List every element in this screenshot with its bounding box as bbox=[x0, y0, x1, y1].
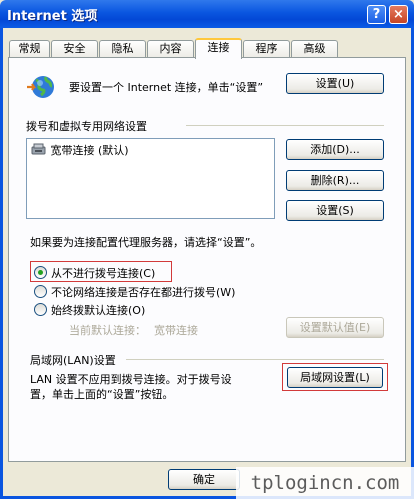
tab-privacy[interactable]: 隐私 bbox=[99, 40, 146, 58]
radio-dial-whenever[interactable] bbox=[34, 285, 47, 298]
radio-always-dial-label[interactable]: 始终拨默认连接(O) bbox=[51, 302, 145, 318]
help-button[interactable]: ? bbox=[367, 5, 386, 24]
title-bar: Internet 选项 ? × bbox=[0, 0, 414, 28]
setup-button[interactable]: 设置(U) bbox=[286, 73, 384, 94]
close-icon: × bbox=[393, 7, 404, 22]
help-icon: ? bbox=[372, 7, 381, 22]
lan-text-line1: LAN 设置不应用到拨号连接。对于拨号设 bbox=[30, 373, 232, 386]
watermark: tplogincn.com bbox=[236, 467, 414, 499]
delete-button[interactable]: 删除(R)... bbox=[286, 170, 384, 191]
broadband-connection-icon bbox=[31, 143, 46, 155]
radio-dial-whenever-label[interactable]: 不论网络连接是否存在都进行拨号(W) bbox=[51, 284, 235, 300]
tab-general[interactable]: 常规 bbox=[9, 40, 50, 58]
radio-never-dial[interactable] bbox=[34, 266, 47, 279]
connection-list[interactable]: 宽带连接 (默认) bbox=[26, 138, 275, 219]
lan-heading: 局域网(LAN)设置 bbox=[30, 354, 116, 367]
dialup-settings-button[interactable]: 设置(S) bbox=[286, 200, 384, 221]
lan-text-line2: 置，单击上面的“设置”按钮。 bbox=[30, 388, 174, 401]
default-connection-value: 宽带连接 bbox=[154, 324, 198, 337]
dialup-heading: 拨号和虚拟专用网络设置 bbox=[26, 120, 147, 133]
set-default-button[interactable]: 设置默认值(E) bbox=[286, 317, 384, 338]
tab-advanced[interactable]: 高级 bbox=[291, 40, 338, 58]
tab-connections[interactable]: 连接 bbox=[195, 38, 242, 59]
close-button[interactable]: × bbox=[389, 5, 408, 24]
radio-selected-dot bbox=[38, 270, 43, 275]
window-title: Internet 选项 bbox=[7, 9, 98, 24]
proxy-note: 如果要为连接配置代理服务器，请选择“设置”。 bbox=[30, 236, 262, 249]
tab-security[interactable]: 安全 bbox=[51, 40, 98, 58]
add-button[interactable]: 添加(D)... bbox=[286, 139, 384, 160]
globe-connect-icon bbox=[27, 76, 54, 98]
radio-always-dial[interactable] bbox=[34, 303, 47, 316]
default-connection-label: 当前默认连接： bbox=[69, 324, 146, 337]
ok-button[interactable]: 确定 bbox=[168, 469, 240, 490]
radio-never-dial-label[interactable]: 从不进行拨号连接(C) bbox=[51, 265, 155, 281]
lan-separator bbox=[126, 359, 384, 360]
tab-programs[interactable]: 程序 bbox=[243, 40, 290, 58]
list-item[interactable]: 宽带连接 (默认) bbox=[31, 142, 129, 158]
setup-text: 要设置一个 Internet 连接，单击“设置” bbox=[69, 81, 264, 94]
tab-content[interactable]: 内容 bbox=[147, 40, 194, 58]
lan-settings-button[interactable]: 局域网设置(L) bbox=[287, 367, 383, 388]
dialup-separator bbox=[186, 125, 384, 126]
